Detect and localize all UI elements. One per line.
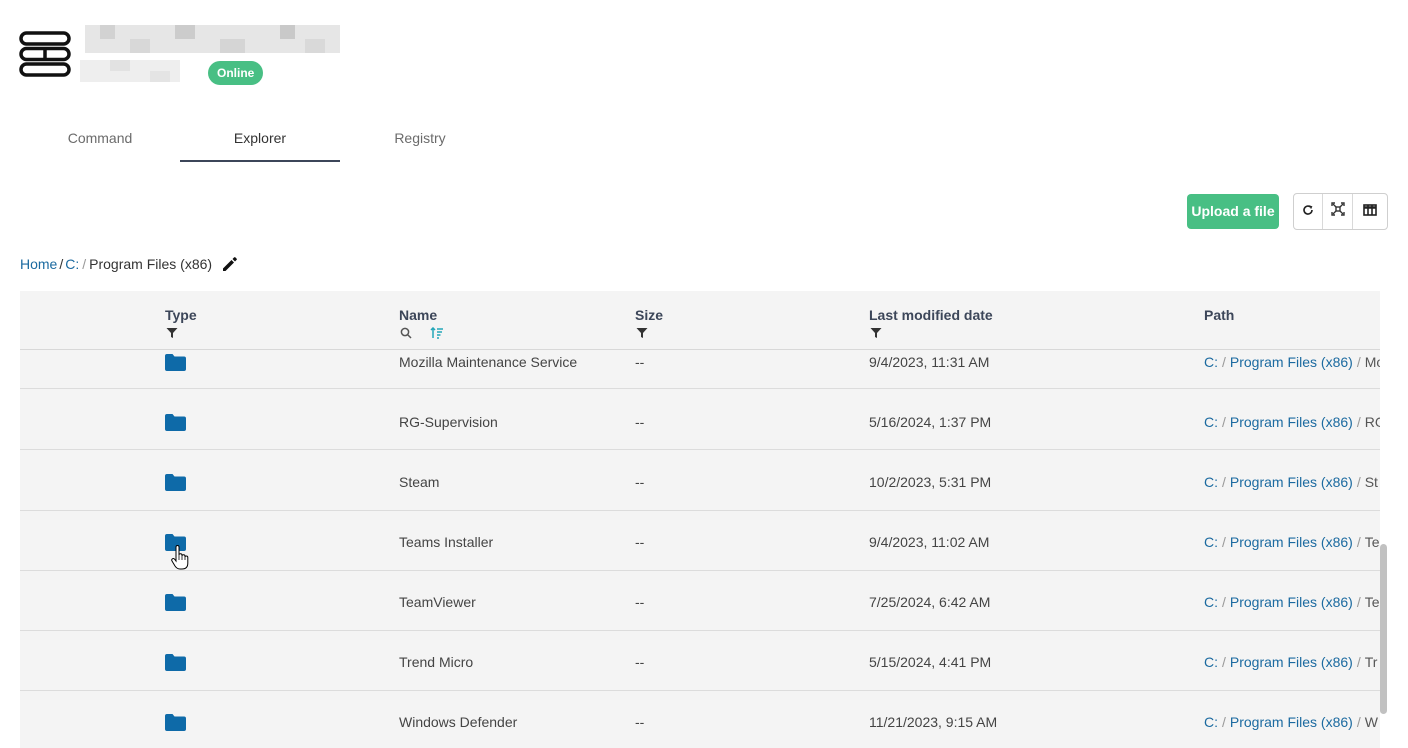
path-drive-link[interactable]: C:: [1204, 414, 1218, 430]
upload-file-button[interactable]: Upload a file: [1187, 194, 1279, 229]
table-row[interactable]: Teams Installer -- 9/4/2023, 11:02 AM C:…: [20, 510, 1380, 571]
header-type[interactable]: Type: [165, 307, 197, 323]
server-icon: [19, 31, 71, 77]
pencil-icon[interactable]: [221, 255, 239, 273]
path-tail: St: [1364, 474, 1378, 490]
breadcrumb-drive[interactable]: C:: [65, 256, 79, 272]
path-drive-link[interactable]: C:: [1204, 354, 1218, 370]
file-name[interactable]: Teams Installer: [399, 534, 493, 550]
table-row[interactable]: TeamViewer -- 7/25/2024, 6:42 AM C: / Prog…: [20, 570, 1380, 631]
folder-icon: [165, 414, 186, 436]
file-size: --: [635, 414, 645, 430]
tab-explorer[interactable]: Explorer: [180, 118, 340, 162]
folder-icon: [165, 714, 186, 736]
path-folder-link[interactable]: Program Files (x86): [1230, 654, 1353, 670]
path-drive-link[interactable]: C:: [1204, 714, 1218, 730]
file-modified: 7/25/2024, 6:42 AM: [869, 594, 991, 610]
file-path: C:/Program Files (x86)/Mo: [1204, 354, 1380, 370]
file-table: Type Name Size Last modified date Path M…: [20, 291, 1380, 748]
file-size: --: [635, 354, 645, 370]
file-modified: 11/21/2023, 9:15 AM: [869, 714, 998, 730]
file-size: --: [635, 474, 645, 490]
fullscreen-button[interactable]: [1323, 194, 1353, 229]
breadcrumb-separator: /: [59, 256, 64, 272]
folder-icon: [165, 654, 186, 676]
header-name[interactable]: Name: [399, 307, 437, 323]
columns-icon: [1363, 203, 1377, 221]
table-row[interactable]: Windows Defender -- 11/21/2023, 9:15 AM …: [20, 690, 1380, 748]
path-drive-link[interactable]: C:: [1204, 474, 1218, 490]
status-badge: Online: [208, 61, 264, 85]
columns-button[interactable]: [1353, 194, 1387, 229]
search-icon[interactable]: [400, 326, 412, 344]
refresh-button[interactable]: [1294, 194, 1324, 229]
path-folder-link[interactable]: Program Files (x86): [1230, 354, 1353, 370]
path-tail: W: [1364, 714, 1378, 730]
breadcrumb-current: Program Files (x86): [89, 256, 213, 272]
path-drive-link[interactable]: C:: [1204, 534, 1218, 550]
file-path: C:/Program Files (x86)/RG: [1204, 414, 1380, 430]
path-folder-link[interactable]: Program Files (x86): [1230, 594, 1353, 610]
path-folder-link[interactable]: Program Files (x86): [1230, 534, 1353, 550]
file-size: --: [635, 594, 645, 610]
filter-icon[interactable]: [166, 326, 178, 344]
file-path: C: / Program Files (x86) / W: [1204, 714, 1378, 730]
file-path: C: / Program Files (x86) / Tr: [1204, 654, 1378, 670]
file-path: C: / Program Files (x86) / Te: [1204, 534, 1380, 550]
path-tail: RG: [1364, 414, 1380, 430]
path-tail: Te: [1364, 534, 1380, 550]
table-header: Type Name Size Last modified date Path: [20, 291, 1380, 350]
path-folder-link[interactable]: Program Files (x86): [1230, 474, 1353, 490]
file-modified: 5/15/2024, 4:41 PM: [869, 654, 992, 670]
file-size: --: [635, 534, 645, 550]
folder-icon: [165, 354, 186, 376]
folder-icon: [165, 474, 186, 496]
path-drive-link[interactable]: C:: [1204, 654, 1218, 670]
path-folder-link[interactable]: Program Files (x86): [1230, 714, 1353, 730]
path-tail: Te: [1364, 594, 1380, 610]
filter-icon[interactable]: [870, 326, 882, 344]
file-name[interactable]: RG-Supervision: [399, 414, 498, 430]
file-modified: 5/16/2024, 1:37 PM: [869, 414, 992, 430]
file-name[interactable]: Trend Micro: [399, 654, 473, 670]
file-modified: 10/2/2023, 5:31 PM: [869, 474, 992, 490]
file-modified: 9/4/2023, 11:31 AM: [869, 354, 990, 370]
breadcrumb: Home / C: / Program Files (x86): [20, 254, 239, 274]
scrollbar-thumb[interactable]: [1380, 544, 1387, 714]
path-folder-link[interactable]: Program Files (x86): [1230, 414, 1353, 430]
folder-icon: [165, 534, 186, 556]
file-name[interactable]: TeamViewer: [399, 594, 476, 610]
file-path: C: / Program Files (x86) / Te: [1204, 594, 1380, 610]
header-path[interactable]: Path: [1204, 307, 1234, 323]
file-path: C: / Program Files (x86) / St: [1204, 474, 1378, 490]
tab-command[interactable]: Command: [20, 118, 180, 160]
path-drive-link[interactable]: C:: [1204, 594, 1218, 610]
view-tools: [1293, 193, 1388, 230]
tab-registry[interactable]: Registry: [340, 118, 500, 160]
table-row[interactable]: RG-Supervision -- 5/16/2024, 1:37 PM C: /…: [20, 389, 1380, 450]
breadcrumb-home[interactable]: Home: [20, 256, 57, 272]
header-last-modified[interactable]: Last modified date: [869, 307, 993, 323]
table-row[interactable]: Steam -- 10/2/2023, 5:31 PM C: / Program F…: [20, 450, 1380, 511]
breadcrumb-separator: /: [82, 256, 87, 272]
file-size: --: [635, 714, 645, 730]
file-size: --: [635, 654, 645, 670]
file-name[interactable]: Windows Defender: [399, 714, 517, 730]
path-tail: Tr: [1364, 654, 1378, 670]
file-name[interactable]: Mozilla Maintenance Service: [399, 354, 577, 370]
file-name[interactable]: Steam: [399, 474, 439, 490]
refresh-icon: [1302, 203, 1314, 221]
filter-icon[interactable]: [636, 326, 648, 344]
table-row[interactable]: Trend Micro -- 5/15/2024, 4:41 PM C: / Pro…: [20, 630, 1380, 691]
header-size[interactable]: Size: [635, 307, 663, 323]
file-modified: 9/4/2023, 11:02 AM: [869, 534, 990, 550]
table-row[interactable]: Mozilla Maintenance Service -- 9/4/2023,…: [20, 350, 1380, 389]
folder-icon: [165, 594, 186, 616]
fullscreen-icon: [1330, 202, 1345, 221]
sort-icon[interactable]: [430, 326, 444, 344]
path-tail: Mo: [1364, 354, 1380, 370]
